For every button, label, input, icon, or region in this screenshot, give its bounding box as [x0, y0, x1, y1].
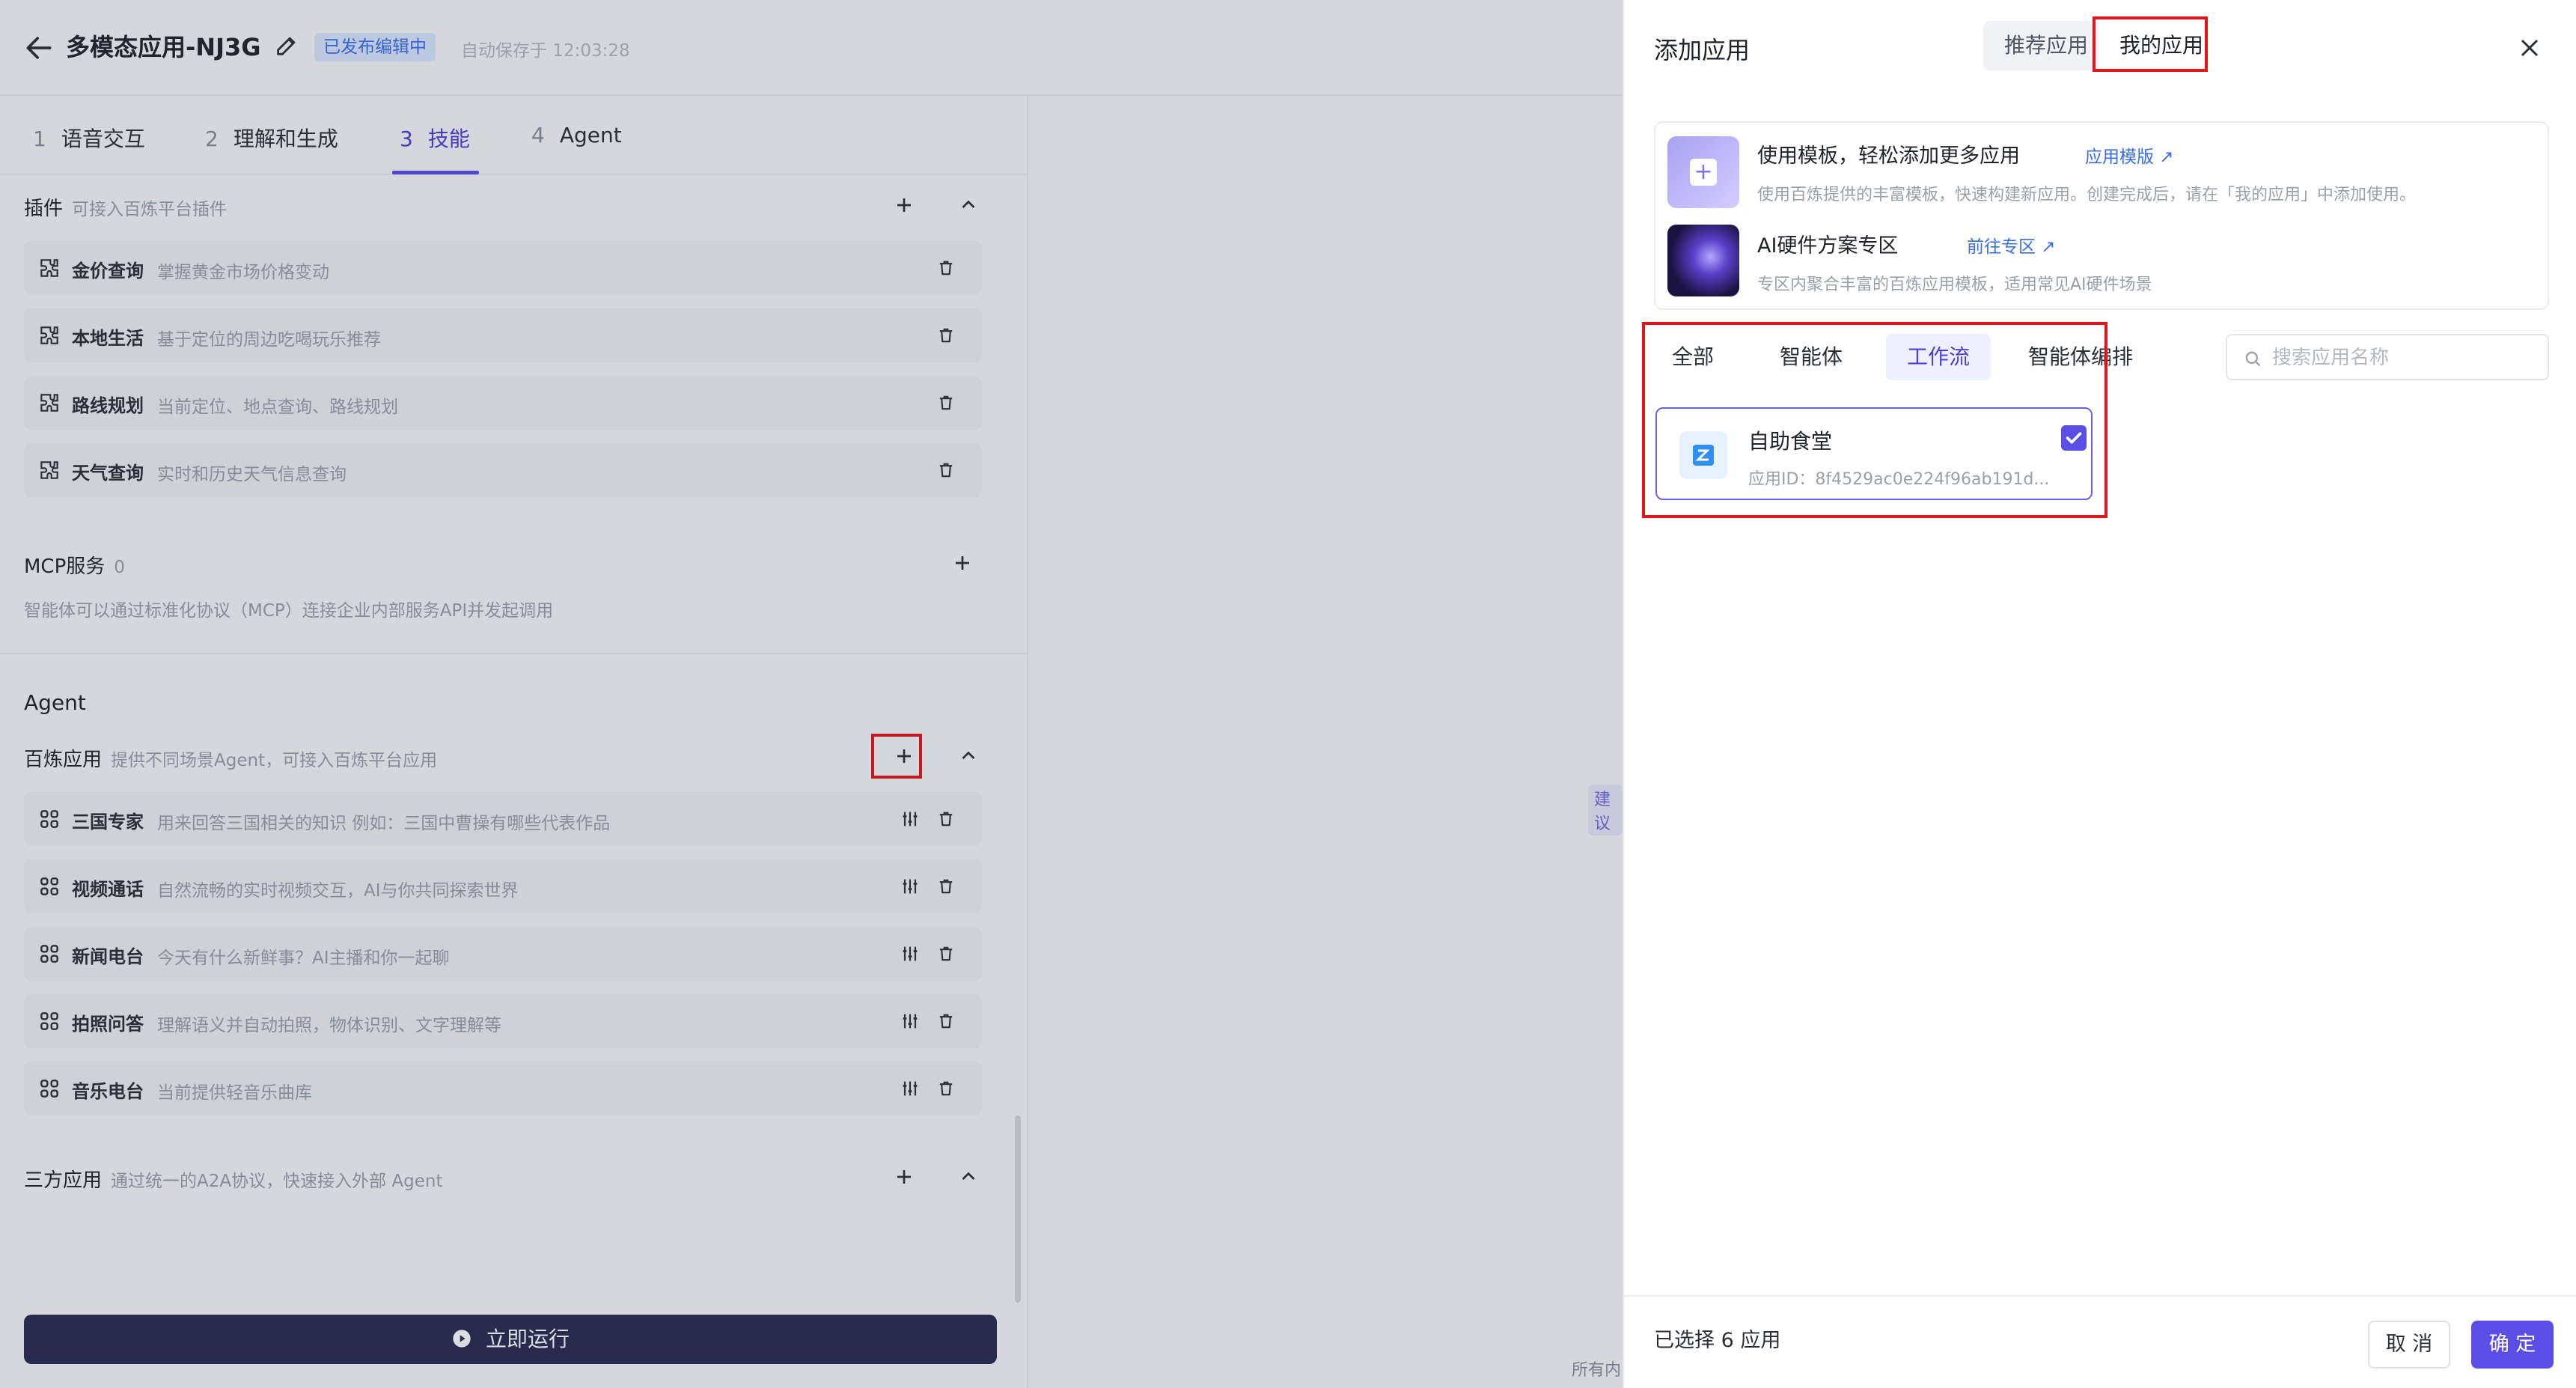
template-desc: 使用百炼提供的丰富模板，快速构建新应用。创建完成后，请在「我的应用」中添加使用。: [1757, 186, 2417, 204]
hardware-link[interactable]: 前往专区 ↗: [1967, 232, 2056, 258]
tab-recommended[interactable]: 推荐应用: [1983, 21, 2110, 70]
search-box: [2226, 334, 2549, 380]
highlight-box-my-apps: [2093, 16, 2208, 72]
confirm-button[interactable]: 确 定: [2471, 1321, 2554, 1369]
template-icon: +: [1667, 136, 1739, 208]
promo-panel: + 使用模板，轻松添加更多应用 应用模版 ↗ 使用百炼提供的丰富模板，快速构建新…: [1654, 121, 2549, 310]
modal-overlay[interactable]: [0, 0, 1623, 1388]
template-title: 使用模板，轻松添加更多应用: [1757, 144, 2020, 168]
footer-divider: [1624, 1295, 2576, 1297]
close-icon[interactable]: [2515, 33, 2545, 63]
cancel-button[interactable]: 取 消: [2368, 1321, 2450, 1369]
drawer-title: 添加应用: [1654, 36, 1751, 64]
hardware-desc: 专区内聚合丰富的百炼应用模板，适用常见AI硬件场景: [1757, 276, 2152, 294]
template-link[interactable]: 应用模版 ↗: [2085, 142, 2174, 168]
hardware-title: AI硬件方案专区: [1757, 234, 1899, 258]
hardware-icon: [1667, 225, 1739, 296]
selected-count: 已选择 6 应用: [1654, 1329, 1781, 1352]
highlight-box-filter-and-card: [1642, 322, 2108, 518]
add-app-drawer: 添加应用 推荐应用 我的应用 + 使用模板，轻松添加更多应用 应用模版 ↗ 使用…: [1623, 0, 2576, 1388]
search-input[interactable]: [2272, 343, 2527, 373]
search-icon: [2245, 351, 2261, 367]
